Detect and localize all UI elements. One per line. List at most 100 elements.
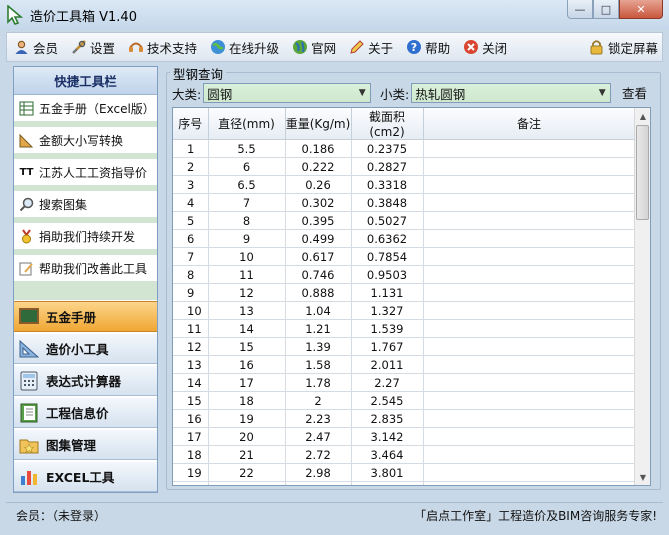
chart-icon [18,466,40,488]
table-cell: 9 [173,283,209,302]
category-label: 表达式计算器 [46,374,122,389]
pencil-icon [348,39,365,56]
column-header[interactable]: 序号 [173,108,209,140]
quick-item-label: 捐助我们持续开发 [39,229,136,244]
quick-toolbar-panel: 快捷工具栏 五金手册（Excel版） 金额大小写转换 TT 江苏人工工资指导价 … [13,66,158,493]
minimize-button[interactable]: — [567,0,593,19]
table-cell [423,409,636,428]
quick-item-hardware-excel[interactable]: 五金手册（Excel版） [14,95,157,127]
table-scrollbar[interactable]: ▲ ▼ [634,108,650,485]
table-cell: 7 [173,247,209,266]
maximize-button[interactable]: □ [593,0,619,19]
table-cell: 17 [208,373,286,392]
table-cell [423,427,636,446]
table-cell: 14 [173,373,209,392]
chevron-down-icon[interactable]: ▼ [594,84,610,102]
table-row[interactable]: 2 6 0.222 0.2827 [173,157,636,176]
scrollbar-thumb[interactable] [636,125,649,220]
column-header[interactable]: 截面积(cm2) [351,108,424,140]
table-row[interactable]: 1 5.5 0.186 0.2375 [173,139,636,158]
toolbar-member-button[interactable]: 会员 [7,33,64,61]
table-cell: 6 [173,229,209,248]
toolbar-upgrade-label: 在线升级 [229,40,280,56]
table-cell [423,193,636,212]
table-row[interactable]: 20233.264.155 [173,481,636,485]
category-atlas-management[interactable]: 图集管理 [14,429,157,460]
table-row[interactable]: 7 10 0.617 0.7854 [173,247,636,266]
toolbar-help-button[interactable]: ? 帮助 [399,33,456,61]
table-row[interactable]: 10 13 1.04 1.327 [173,301,636,320]
table-cell: 1.78 [285,373,352,392]
close-window-button[interactable]: ✕ [619,0,663,19]
minor-category-value: 热轧圆钢 [415,86,466,102]
toolbar-website-button[interactable]: 官网 [285,33,342,61]
toolbar: 会员 设置 技术支持 在线升级 官网 关于 ? 帮助 关闭 锁定屏幕 [6,32,663,62]
chevron-down-icon[interactable]: ▼ [354,84,370,102]
minor-category-label: 小类: [380,86,410,102]
table-row[interactable]: 8 11 0.746 0.9503 [173,265,636,284]
quick-item-search-atlas[interactable]: 搜索图集 [14,191,157,223]
table-row[interactable]: 4 7 0.302 0.3848 [173,193,636,212]
quick-item-feedback[interactable]: 帮助我们改善此工具 [14,255,157,287]
quick-item-amount-convert[interactable]: 金额大小写转换 [14,127,157,159]
category-engineering-price[interactable]: 工程信息价 [14,397,157,428]
major-category-select[interactable]: 圆钢 ▼ [203,83,372,103]
table-row[interactable]: 5 8 0.395 0.5027 [173,211,636,230]
table-cell: 15 [208,337,286,356]
toolbar-support-button[interactable]: 技术支持 [121,33,203,61]
ruler-icon [18,132,35,149]
column-header[interactable]: 重量(Kg/m) [285,108,352,140]
category-excel-tools[interactable]: EXCEL工具 [14,461,157,492]
toolbar-support-label: 技术支持 [147,40,198,56]
group-title: 型钢查询 [170,64,227,83]
table-cell [423,463,636,482]
toolbar-close-button[interactable]: 关闭 [456,33,513,61]
table-row[interactable]: 17 20 2.47 3.142 [173,427,636,446]
toolbar-about-button[interactable]: 关于 [342,33,399,61]
quick-item-label: 搜索图集 [39,197,88,212]
category-cost-tools[interactable]: 造价小工具 [14,333,157,364]
table-cell: 2.011 [351,355,424,374]
table-row[interactable]: 18 21 2.72 3.464 [173,445,636,464]
column-header[interactable]: 直径(mm) [208,108,286,140]
table-row[interactable]: 15 18 2 2.545 [173,391,636,410]
quick-item-jiangsu-wage[interactable]: TT 江苏人工工资指导价 [14,159,157,191]
scroll-up-arrow-icon[interactable]: ▲ [635,108,650,124]
table-cell: 3.801 [351,463,424,482]
table-cell: 10 [173,301,209,320]
title-bar: 造价工具箱 V1.40 — □ ✕ [0,0,669,30]
view-button[interactable]: 查看 [622,83,647,102]
category-label: 工程信息价 [46,406,109,421]
minor-category-select[interactable]: 热轧圆钢 ▼ [411,83,612,103]
support-icon [127,39,144,56]
category-label: 造价小工具 [46,342,109,357]
table-row[interactable]: 19 22 2.98 3.801 [173,463,636,482]
steel-data-table: 序号 直径(mm) 重量(Kg/m) 截面积(cm2) 备注 1 5.5 0.186… [172,107,651,486]
sidebar-spacer [14,287,157,300]
table-row[interactable]: 3 6.5 0.26 0.3318 [173,175,636,194]
toolbar-settings-button[interactable]: 设置 [64,33,121,61]
board-icon [18,306,40,328]
table-row[interactable]: 14 17 1.78 2.27 [173,373,636,392]
scroll-down-arrow-icon[interactable]: ▼ [635,469,650,485]
category-expression-calculator[interactable]: 表达式计算器 [14,365,157,396]
category-hardware-manual[interactable]: 五金手册 [14,301,157,332]
table-row[interactable]: 6 9 0.499 0.6362 [173,229,636,248]
app-cursor-icon [6,4,24,25]
table-row[interactable]: 12 15 1.39 1.767 [173,337,636,356]
book-icon [18,402,40,424]
table-cell: 2.72 [285,445,352,464]
toolbar-close-label: 关闭 [482,40,508,56]
table-cell: 2.47 [285,427,352,446]
quick-item-donate[interactable]: 捐助我们持续开发 [14,223,157,255]
table-row[interactable]: 16 19 2.23 2.835 [173,409,636,428]
table-row[interactable]: 13 16 1.58 2.011 [173,355,636,374]
lock-screen-button[interactable]: 锁定屏幕 [582,33,662,61]
table-row[interactable]: 9 12 0.888 1.131 [173,283,636,302]
toolbar-upgrade-button[interactable]: 在线升级 [203,33,285,61]
quick-item-label: 江苏人工工资指导价 [39,165,148,180]
triangle-ruler-icon [18,338,40,360]
table-row[interactable]: 11 14 1.21 1.539 [173,319,636,338]
table-cell: 16 [173,409,209,428]
column-header[interactable]: 备注 [423,108,636,140]
